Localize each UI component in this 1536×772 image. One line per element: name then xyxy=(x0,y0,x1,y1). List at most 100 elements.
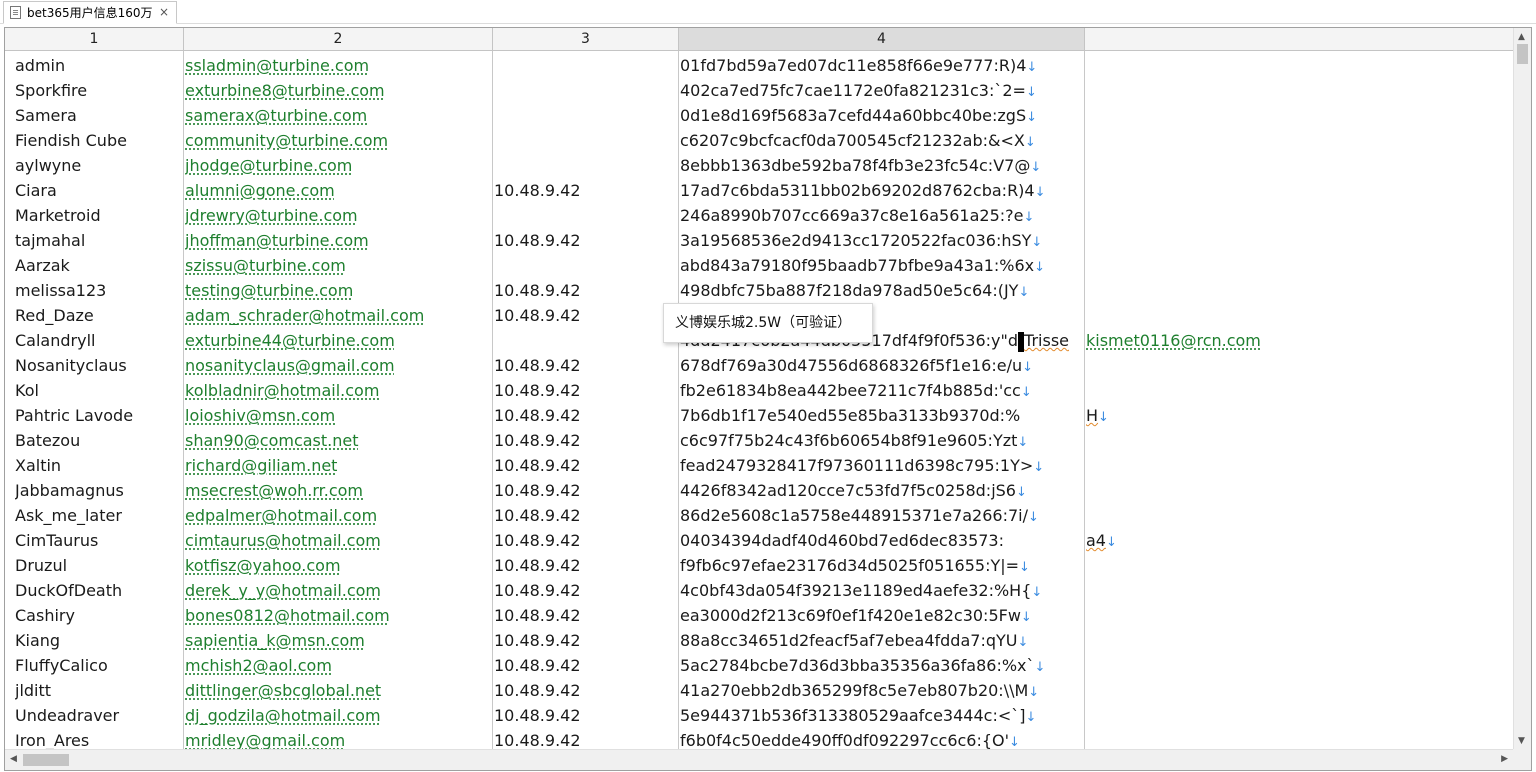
email-cell[interactable]: derek_y_y@hotmail.com xyxy=(185,578,491,603)
username-cell[interactable]: DuckOfDeath xyxy=(15,578,183,603)
hash-cell[interactable]: abd843a79180f95baadb77bfbe9a43a1:%6x↓ xyxy=(680,253,1084,278)
email-cell[interactable]: jhodge@turbine.com xyxy=(185,153,491,178)
username-cell[interactable]: admin xyxy=(15,53,183,78)
email-cell[interactable]: samerax@turbine.com xyxy=(185,103,491,128)
username-cell[interactable]: Calandryll xyxy=(15,328,183,353)
extra-cell[interactable] xyxy=(1086,228,1506,253)
email-link[interactable]: exturbine44@turbine.com xyxy=(185,331,395,350)
username-cell[interactable]: aylwyne xyxy=(15,153,183,178)
email-cell[interactable]: loioshiv@msn.com xyxy=(185,403,491,428)
extra-cell[interactable] xyxy=(1086,78,1506,103)
email-cell[interactable]: nosanityclaus@gmail.com xyxy=(185,353,491,378)
email-link[interactable]: loioshiv@msn.com xyxy=(185,406,335,425)
column-header-3[interactable]: 3 xyxy=(493,28,679,50)
ip-cell[interactable]: 10.48.9.42 xyxy=(494,553,678,578)
ip-cell[interactable]: 10.48.9.42 xyxy=(494,628,678,653)
hash-cell[interactable]: 246a8990b707cc669a37c8e16a561a25:?e↓ xyxy=(680,203,1084,228)
username-cell[interactable]: Ciara xyxy=(15,178,183,203)
ip-cell[interactable] xyxy=(494,78,678,103)
email-link[interactable]: exturbine8@turbine.com xyxy=(185,81,385,100)
email-link[interactable]: dittlinger@sbcglobal.net xyxy=(185,681,381,700)
extra-cell[interactable]: H↓ xyxy=(1086,403,1506,428)
scroll-down-icon[interactable]: ▼ xyxy=(1518,736,1525,746)
email-link[interactable]: szissu@turbine.com xyxy=(185,256,346,275)
hash-cell[interactable]: 88a8cc34651d2feacf5af7ebea4fdda7:qYU↓ xyxy=(680,628,1084,653)
username-cell[interactable]: tajmahal xyxy=(15,228,183,253)
email-cell[interactable]: kolbladnir@hotmail.com xyxy=(185,378,491,403)
email-cell[interactable]: richard@giliam.net xyxy=(185,453,491,478)
email-cell[interactable]: testing@turbine.com xyxy=(185,278,491,303)
scroll-right-icon[interactable]: ▶ xyxy=(1501,754,1508,764)
email-cell[interactable]: mchish2@aol.com xyxy=(185,653,491,678)
column-header-4[interactable]: 4 xyxy=(679,28,1085,50)
email-cell[interactable]: dj_godzila@hotmail.com xyxy=(185,703,491,728)
email-cell[interactable]: community@turbine.com xyxy=(185,128,491,153)
username-cell[interactable]: Cashiry xyxy=(15,603,183,628)
extra-cell[interactable] xyxy=(1086,678,1506,703)
ip-cell[interactable]: 10.48.9.42 xyxy=(494,578,678,603)
ip-cell[interactable]: 10.48.9.42 xyxy=(494,653,678,678)
username-cell[interactable]: Kiang xyxy=(15,628,183,653)
email-link[interactable]: nosanityclaus@gmail.com xyxy=(185,356,395,375)
email-link[interactable]: sapientia_k@msn.com xyxy=(185,631,365,650)
username-cell[interactable]: Druzul xyxy=(15,553,183,578)
hash-cell[interactable]: c6c97f75b24c43f6b60654b8f91e9605:Yzt↓ xyxy=(680,428,1084,453)
username-cell[interactable]: FluffyCalico xyxy=(15,653,183,678)
extra-cell[interactable] xyxy=(1086,303,1506,328)
extra-cell[interactable] xyxy=(1086,378,1506,403)
hash-cell[interactable]: 5e944371b536f313380529aafce3444c:<`]↓ xyxy=(680,703,1084,728)
hash-cell[interactable]: f6b0f4c50edde490ff0df092297cc6c6:{O'↓ xyxy=(680,728,1084,749)
email-link[interactable]: dj_godzila@hotmail.com xyxy=(185,706,381,725)
ip-cell[interactable] xyxy=(494,103,678,128)
ip-cell[interactable]: 10.48.9.42 xyxy=(494,403,678,428)
extra-cell[interactable] xyxy=(1086,578,1506,603)
username-cell[interactable]: Nosanityclaus xyxy=(15,353,183,378)
ip-cell[interactable] xyxy=(494,253,678,278)
email-cell[interactable]: dittlinger@sbcglobal.net xyxy=(185,678,491,703)
ip-cell[interactable] xyxy=(494,153,678,178)
email-link[interactable]: richard@giliam.net xyxy=(185,456,337,475)
hash-cell[interactable]: c6207c9bcfcacf0da700545cf21232ab:&<X↓ xyxy=(680,128,1084,153)
extra-cell[interactable] xyxy=(1086,203,1506,228)
username-cell[interactable]: melissa123 xyxy=(15,278,183,303)
extra-cell[interactable] xyxy=(1086,253,1506,278)
extra-cell[interactable] xyxy=(1086,603,1506,628)
email-cell[interactable]: jdrewry@turbine.com xyxy=(185,203,491,228)
ip-cell[interactable]: 10.48.9.42 xyxy=(494,603,678,628)
email-link[interactable]: shan90@comcast.net xyxy=(185,431,359,450)
ip-cell[interactable]: 10.48.9.42 xyxy=(494,178,678,203)
extra-cell[interactable] xyxy=(1086,453,1506,478)
hash-cell[interactable]: 01fd7bd59a7ed07dc11e858f66e9e777:R)4↓ xyxy=(680,53,1084,78)
hash-cell[interactable]: f9fb6c97efae23176d34d5025f051655:Y|=↓ xyxy=(680,553,1084,578)
hash-cell[interactable]: 7b6db1f17e540ed55e85ba3133b9370d:% xyxy=(680,403,1084,428)
ip-cell[interactable]: 10.48.9.42 xyxy=(494,703,678,728)
column-header-2[interactable]: 2 xyxy=(184,28,493,50)
ip-cell[interactable] xyxy=(494,128,678,153)
email-link[interactable]: bones0812@hotmail.com xyxy=(185,606,390,625)
extra-cell[interactable]: a4↓ xyxy=(1086,528,1506,553)
username-cell[interactable]: Sporkfire xyxy=(15,78,183,103)
extra-cell[interactable] xyxy=(1086,628,1506,653)
email-cell[interactable]: jhoffman@turbine.com xyxy=(185,228,491,253)
email-link[interactable]: jdrewry@turbine.com xyxy=(185,206,358,225)
email-cell[interactable]: alumni@gone.com xyxy=(185,178,491,203)
ip-cell[interactable]: 10.48.9.42 xyxy=(494,428,678,453)
horizontal-scrollbar[interactable]: ◀ ▶ xyxy=(5,749,1513,770)
email-cell[interactable]: exturbine8@turbine.com xyxy=(185,78,491,103)
hash-cell[interactable]: ea3000d2f213c69f0ef1f420e1e82c30:5Fw↓ xyxy=(680,603,1084,628)
email-cell[interactable]: bones0812@hotmail.com xyxy=(185,603,491,628)
email-link[interactable]: samerax@turbine.com xyxy=(185,106,367,125)
hash-cell[interactable]: 86d2e5608c1a5758e448915371e7a266:7i/↓ xyxy=(680,503,1084,528)
username-cell[interactable]: CimTaurus xyxy=(15,528,183,553)
hash-cell[interactable]: fead2479328417f97360111d6398c795:1Y>↓ xyxy=(680,453,1084,478)
hash-cell[interactable]: 678df769a30d47556d6868326f5f1e16:e/u↓ xyxy=(680,353,1084,378)
vertical-scroll-thumb[interactable] xyxy=(1517,44,1528,64)
hash-cell[interactable]: 402ca7ed75fc7cae1172e0fa821231c3:`2=↓ xyxy=(680,78,1084,103)
hash-cell[interactable]: 5ac2784bcbe7d36d3bba35356a36fa86:%x`↓ xyxy=(680,653,1084,678)
hash-cell[interactable]: 0d1e8d169f5683a7cefd44a60bbc40be:zgS↓ xyxy=(680,103,1084,128)
email-cell[interactable]: exturbine44@turbine.com xyxy=(185,328,491,353)
extra-cell[interactable] xyxy=(1086,728,1506,749)
email-link[interactable]: edpalmer@hotmail.com xyxy=(185,506,377,525)
hash-cell[interactable]: 8ebbb1363dbe592ba78f4fb3e23fc54c:V7@↓ xyxy=(680,153,1084,178)
email-link[interactable]: ssladmin@turbine.com xyxy=(185,56,369,75)
